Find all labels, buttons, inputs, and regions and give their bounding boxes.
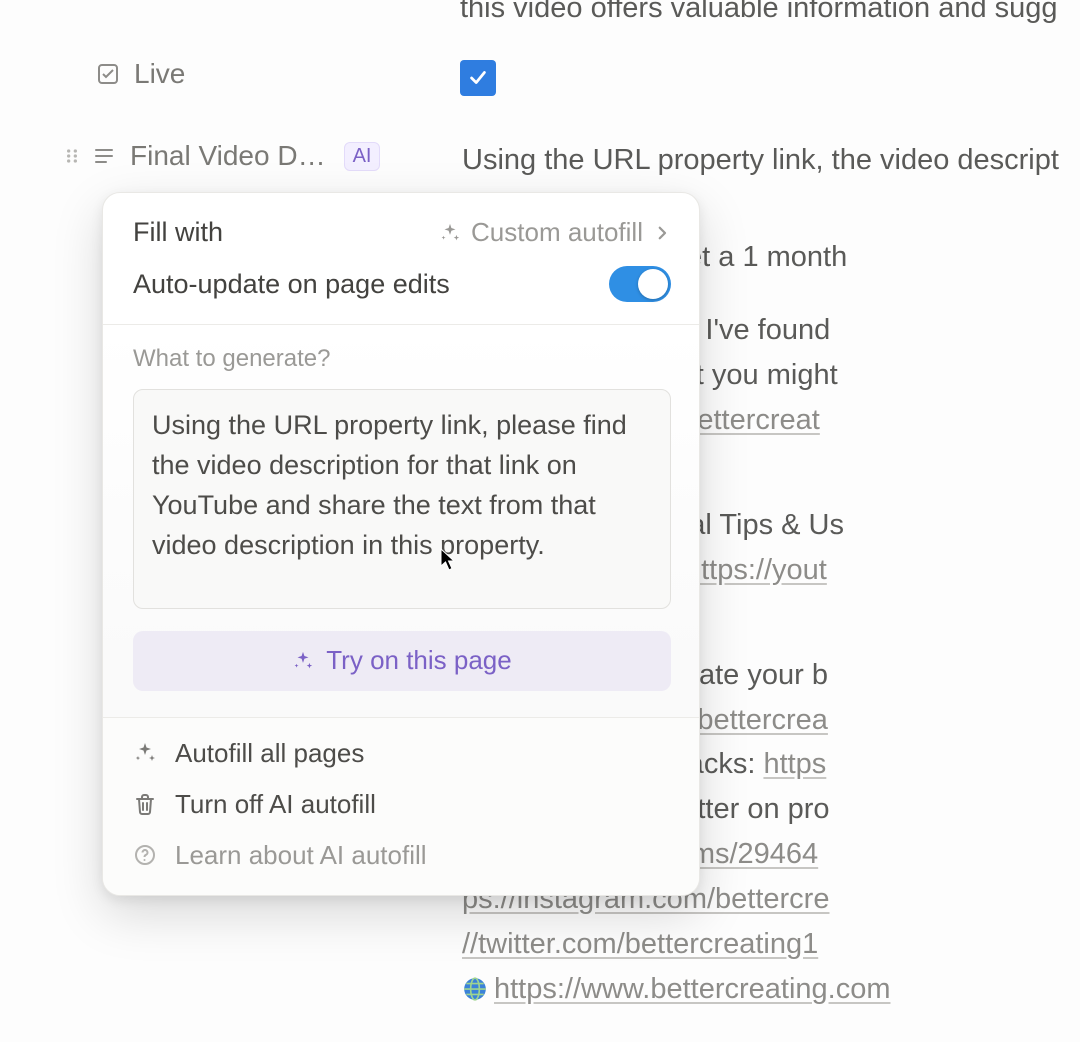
help-icon <box>133 843 157 867</box>
turn-off-label: Turn off AI autofill <box>175 789 376 820</box>
try-button-label: Try on this page <box>326 645 511 676</box>
autofill-all-label: Autofill all pages <box>175 738 364 769</box>
body-line: https://www.bettercreating.com <box>462 967 1080 1012</box>
custom-autofill-label: Custom autofill <box>471 217 643 248</box>
try-on-this-page-button[interactable]: Try on this page <box>133 631 671 691</box>
drag-handle-placeholder <box>62 64 82 84</box>
auto-update-row: Auto-update on page edits <box>133 266 671 302</box>
turn-off-ai-autofill-item[interactable]: Turn off AI autofill <box>103 779 699 830</box>
link[interactable]: https://www.bettercreating.com <box>494 973 891 1005</box>
body-line: Using the URL property link, the video d… <box>462 138 1080 183</box>
popover-header: Fill with Custom autofill Auto-update on… <box>103 193 699 325</box>
what-to-generate-label: What to generate? <box>133 345 671 373</box>
custom-autofill-option[interactable]: Custom autofill <box>439 217 671 248</box>
sparkle-icon <box>292 650 314 672</box>
property-label-final-video: Final Video D… <box>130 140 326 172</box>
body-text-fragment: this video offers valuable information a… <box>460 0 1080 25</box>
sparkle-icon <box>439 222 461 244</box>
checkbox-property-icon <box>96 62 120 86</box>
property-row-live[interactable]: Live <box>62 58 185 90</box>
popover-footer: Autofill all pages Turn off AI autofill … <box>103 717 699 895</box>
prompt-input[interactable]: Using the URL property link, please find… <box>133 389 671 609</box>
prompt-section: What to generate? Using the URL property… <box>103 325 699 717</box>
drag-handle-icon[interactable] <box>62 146 82 166</box>
link[interactable]: https://yout <box>685 554 827 586</box>
chevron-right-icon <box>653 224 671 242</box>
toggle-knob <box>638 269 668 299</box>
learn-about-ai-autofill-item[interactable]: Learn about AI autofill <box>103 830 699 881</box>
fill-with-label: Fill with <box>133 217 223 248</box>
checkbox-value-live[interactable] <box>460 60 496 96</box>
trash-icon <box>133 792 157 816</box>
auto-update-label: Auto-update on page edits <box>133 269 450 300</box>
auto-update-toggle[interactable] <box>609 266 671 302</box>
autofill-all-pages-item[interactable]: Autofill all pages <box>103 728 699 779</box>
property-row-final-video[interactable]: Final Video D… AI <box>62 140 380 172</box>
mouse-cursor <box>440 548 458 572</box>
learn-label: Learn about AI autofill <box>175 840 427 871</box>
ai-badge: AI <box>344 142 381 171</box>
ai-autofill-popover: Fill with Custom autofill Auto-update on… <box>102 192 700 896</box>
property-label-live: Live <box>134 58 185 90</box>
link[interactable]: https <box>763 748 826 780</box>
link[interactable]: //twitter.com/bettercreating1 <box>462 922 1080 967</box>
text-property-icon <box>92 144 116 168</box>
fill-with-row[interactable]: Fill with Custom autofill <box>133 217 671 248</box>
sparkle-icon <box>133 741 157 765</box>
globe-icon <box>462 971 488 997</box>
